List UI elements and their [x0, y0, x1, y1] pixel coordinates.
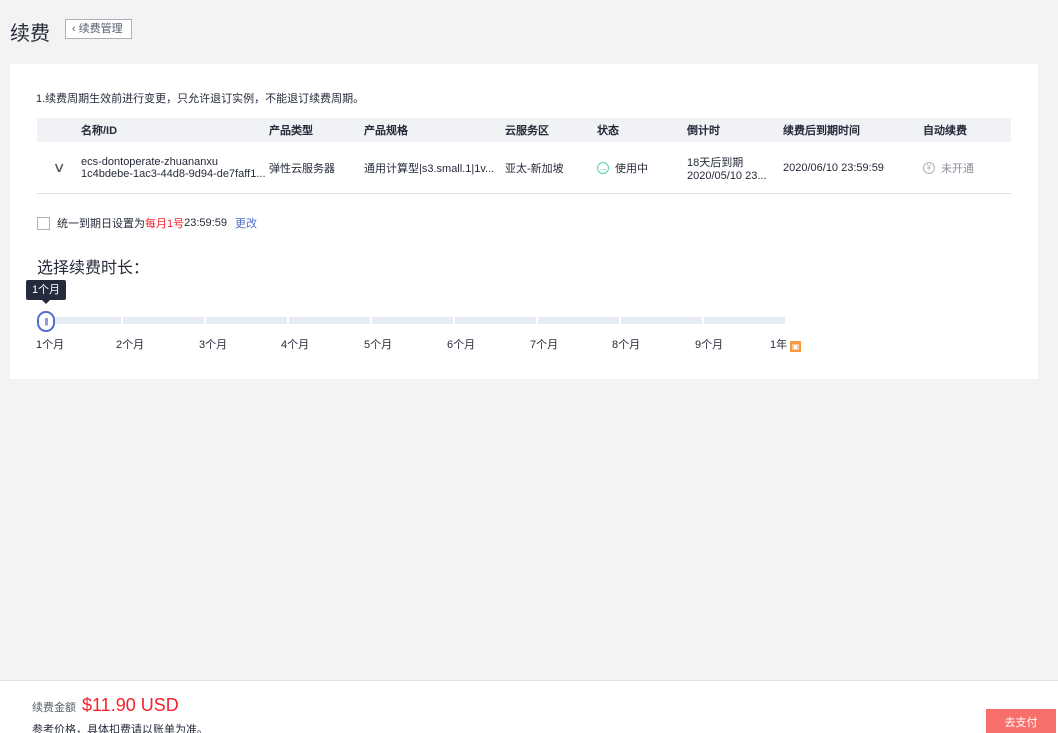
duration-slider-track[interactable] — [40, 317, 785, 324]
expand-cell: ∨ — [37, 159, 81, 176]
back-button-label: 续费管理 — [78, 23, 123, 35]
countdown-text: 18天后到期 — [687, 156, 744, 169]
unify-prefix: 统一到期日设置为 — [57, 218, 145, 230]
header-cell-status: 状态 — [597, 125, 619, 137]
header-cell-spec: 产品规格 — [364, 125, 408, 137]
status-cell: → 使用中 — [597, 160, 687, 176]
renewal-panel: 1.续费周期生效前进行变更，只允许退订实例，不能退订续费周期。 名称/ID 产品… — [10, 64, 1038, 379]
pay-button[interactable]: 去支付 — [986, 709, 1056, 733]
type-cell: 弹性云服务器 — [269, 162, 335, 175]
chevron-left-icon: ‹ — [72, 23, 76, 35]
footer-bar: 续费金额 $11.90 USD 参考价格，具体扣费请以账单为准。 去支付 — [0, 680, 1058, 733]
slider-segment — [289, 317, 370, 324]
tick-4-months[interactable]: 4个月 — [281, 336, 309, 352]
duration-title: 选择续费时长： — [37, 260, 150, 277]
chevron-down-icon[interactable]: ∨ — [52, 159, 65, 176]
slider-segment — [704, 317, 785, 324]
tick-1-month[interactable]: 1个月 — [36, 336, 64, 352]
arrow-right-circle-icon: → — [597, 161, 609, 174]
table-row: ∨ ecs-dontoperate-zhuananxu 1c4bdebe-1ac… — [37, 142, 1011, 194]
page-title: 续费 — [10, 23, 50, 45]
header-cell-new-expire: 续费后到期时间 — [783, 125, 860, 137]
instance-name: ecs-dontoperate-zhuananxu — [81, 155, 218, 168]
tick-8-months[interactable]: 8个月 — [612, 336, 640, 352]
yen-circle-icon: ¥ — [923, 161, 935, 174]
slider-segment — [538, 317, 619, 324]
tick-9-months[interactable]: 9个月 — [695, 336, 723, 352]
spec-cell: 通用计算型|s3.small.1|1v... — [364, 160, 505, 176]
region-cell: 亚太-新加坡 — [505, 162, 564, 175]
change-link[interactable]: 更改 — [235, 215, 257, 231]
slider-segment — [123, 317, 204, 324]
tick-6-months[interactable]: 6个月 — [447, 336, 475, 352]
tick-2-months[interactable]: 2个月 — [116, 336, 144, 352]
renewal-note: 1.续费周期生效前进行变更，只允许退订实例，不能退订续费周期。 — [36, 93, 365, 105]
header-cell-name: 名称/ID — [81, 125, 118, 137]
slider-segment — [455, 317, 536, 324]
unify-time: 23:59:59 — [184, 217, 227, 229]
instance-table: 名称/ID 产品类型 产品规格 云服务区 状态 倒计时 续费后到期时间 自动续费… — [37, 118, 1011, 194]
duration-slider-handle[interactable]: ||| — [37, 311, 55, 332]
back-to-renewal-management-button[interactable]: ‹ 续费管理 — [65, 19, 132, 39]
tick-3-months[interactable]: 3个月 — [199, 336, 227, 352]
tick-1-year[interactable]: 1年 ▣ — [770, 336, 802, 352]
spec-text: 通用计算型|s3.small.1|1v... — [364, 162, 495, 175]
unify-highlight: 每月1号 — [145, 218, 185, 230]
price-note: 参考价格，具体扣费请以账单为准。 — [32, 724, 208, 733]
instance-id: 1c4bdebe-1ac3-44d8-9d94-de7faff1... — [81, 167, 266, 180]
header-cell-auto-renew: 自动续费 — [923, 125, 967, 137]
tick-1-year-label: 1年 — [770, 339, 788, 351]
auto-renew-text: 未开通 — [941, 162, 974, 175]
expire-text: 2020/05/10 23... — [687, 169, 767, 182]
name-cell: ecs-dontoperate-zhuananxu 1c4bdebe-1ac3-… — [81, 156, 269, 180]
countdown-cell: 18天后到期 2020/05/10 23... — [687, 154, 783, 182]
unify-expire-option: 统一到期日设置为 每月1号 23:59:59 更改 — [37, 215, 257, 231]
unify-expire-checkbox[interactable] — [37, 216, 50, 230]
page-header: 续费 ‹ 续费管理 — [0, 0, 1058, 64]
auto-renew-cell: ¥ 未开通 — [923, 160, 1011, 176]
slider-segment — [206, 317, 287, 324]
table-header: 名称/ID 产品类型 产品规格 云服务区 状态 倒计时 续费后到期时间 自动续费 — [37, 118, 1011, 142]
header-cell-countdown: 倒计时 — [687, 125, 720, 137]
price-label: 续费金额 — [32, 702, 76, 714]
gift-icon: ▣ — [790, 341, 802, 352]
tick-5-months[interactable]: 5个月 — [364, 336, 392, 352]
slider-segment — [372, 317, 453, 324]
duration-tooltip: 1个月 — [26, 280, 66, 304]
header-cell-region: 云服务区 — [505, 125, 549, 137]
status-text: 使用中 — [615, 162, 648, 175]
tick-7-months[interactable]: 7个月 — [530, 336, 558, 352]
new-expire-cell: 2020/06/10 23:59:59 — [783, 161, 884, 174]
header-cell-type: 产品类型 — [269, 125, 313, 137]
price-line: 续费金额 $11.90 USD — [32, 695, 179, 716]
slider-segment — [621, 317, 702, 324]
price-value: $11.90 USD — [82, 695, 179, 715]
